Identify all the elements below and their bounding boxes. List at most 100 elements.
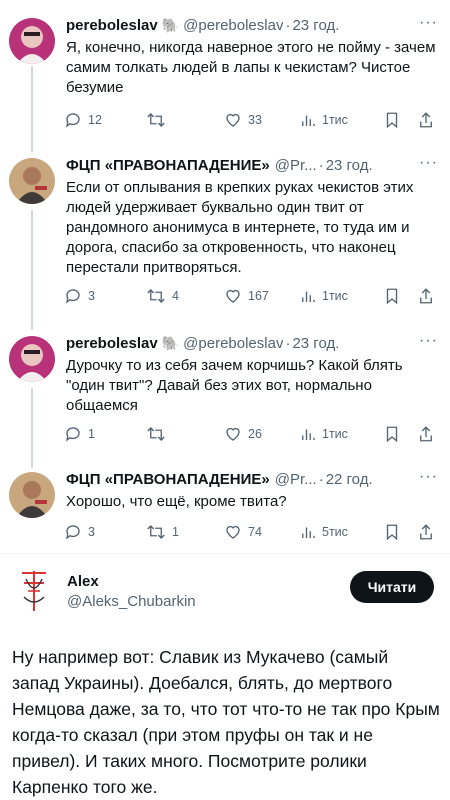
bookmark-button[interactable] xyxy=(384,522,400,542)
pereboleslav-avatar-image xyxy=(9,336,55,382)
bookmark-icon xyxy=(386,524,398,541)
heart-icon xyxy=(226,289,240,303)
retweet-button[interactable] xyxy=(146,110,172,130)
avatar-pereboleslav[interactable] xyxy=(9,18,55,64)
more-icon[interactable]: ··· xyxy=(419,332,438,350)
author-name[interactable]: ФЦП «ПРАВОНАПАДЕНИЕ» xyxy=(66,156,270,175)
alex-avatar-drawing xyxy=(10,567,58,615)
pereboleslav-avatar-image xyxy=(9,18,55,64)
more-icon[interactable]: ··· xyxy=(419,468,438,486)
tweet-actions: 3 4 167 1тис xyxy=(64,286,440,306)
tweet-text: Хорошо, что ещё, кроме твита? xyxy=(66,493,287,510)
tweet-actions: 12 33 1тис xyxy=(64,110,440,130)
views-button[interactable]: 1тис xyxy=(300,424,348,444)
bookmark-icon xyxy=(386,426,398,443)
heart-icon xyxy=(226,525,240,539)
views-icon xyxy=(302,429,315,440)
share-button[interactable] xyxy=(418,522,434,542)
reply-count: 3 xyxy=(88,289,95,303)
author-handle[interactable]: @Pr... xyxy=(275,156,317,175)
reply-count: 3 xyxy=(88,525,95,539)
elephant-icon: 🐘 xyxy=(161,17,180,33)
share-button[interactable] xyxy=(418,286,434,306)
bookmark-button[interactable] xyxy=(384,286,400,306)
reply-icon xyxy=(65,427,80,442)
author-handle[interactable]: @Pr... xyxy=(275,470,317,489)
retweet-button[interactable]: 4 xyxy=(146,286,179,306)
bookmark-button[interactable] xyxy=(384,110,400,130)
tweet-text: Я, конечно, никогда наверное этого не по… xyxy=(66,39,436,96)
retweet-icon xyxy=(147,525,165,539)
retweet-count: 1 xyxy=(172,525,179,539)
views-button[interactable]: 5тис xyxy=(300,522,348,542)
views-button[interactable]: 1тис xyxy=(300,286,348,306)
elephant-icon: 🐘 xyxy=(161,335,180,351)
retweet-button[interactable]: 1 xyxy=(146,522,179,542)
like-count: 33 xyxy=(248,113,262,127)
author-handle[interactable]: @pereboleslav xyxy=(183,16,283,35)
pravonapadenie-avatar-image xyxy=(9,158,55,204)
retweet-icon xyxy=(147,427,165,441)
share-icon xyxy=(420,112,432,128)
divider xyxy=(0,553,450,554)
heart-icon xyxy=(226,113,240,127)
reply-button[interactable]: 3 xyxy=(64,286,95,306)
reply-button[interactable]: 3 xyxy=(64,522,95,542)
avatar-pravonapadenie[interactable] xyxy=(9,158,55,204)
bookmark-button[interactable] xyxy=(384,424,400,444)
like-button[interactable]: 26 xyxy=(224,424,262,444)
author-name[interactable]: pereboleslav xyxy=(66,334,158,353)
author-name[interactable]: Alex xyxy=(67,573,99,590)
retweet-button[interactable] xyxy=(146,424,172,444)
reply-icon xyxy=(65,289,80,304)
avatar-alex[interactable] xyxy=(10,567,58,615)
reply-button[interactable]: 1 xyxy=(64,424,95,444)
retweet-count: 4 xyxy=(172,289,179,303)
tweet-text: Если от оплывания в крепких руках чекист… xyxy=(66,179,414,276)
timestamp[interactable]: 23 год. xyxy=(292,334,339,353)
tweet-text: Дурочку то из себя зачем корчишь? Какой … xyxy=(66,357,403,414)
timestamp[interactable]: 23 год. xyxy=(292,16,339,35)
views-button[interactable]: 1тис xyxy=(300,110,348,130)
reply-icon xyxy=(65,525,80,540)
timestamp[interactable]: 23 год. xyxy=(326,156,373,175)
author-name[interactable]: ФЦП «ПРАВОНАПАДЕНИЕ» xyxy=(66,470,270,489)
main-post-text: Ну например вот: Славик из Мукачево (сам… xyxy=(12,647,440,797)
retweet-icon xyxy=(147,289,165,303)
separator-dot: · xyxy=(285,335,291,352)
author-handle[interactable]: @pereboleslav xyxy=(183,334,283,353)
reply-button[interactable]: 12 xyxy=(64,110,102,130)
timestamp[interactable]: 22 год. xyxy=(326,470,373,489)
like-button[interactable]: 33 xyxy=(224,110,262,130)
separator-dot: · xyxy=(285,17,291,34)
follow-button[interactable]: Читати xyxy=(350,571,434,603)
thread-line xyxy=(31,210,33,330)
avatar-pereboleslav[interactable] xyxy=(9,336,55,382)
thread-line xyxy=(31,388,33,468)
avatar-pravonapadenie[interactable] xyxy=(9,472,55,518)
thread-line xyxy=(31,66,33,152)
retweet-icon xyxy=(147,113,165,127)
like-button[interactable]: 74 xyxy=(224,522,262,542)
separator-dot: · xyxy=(318,157,324,174)
share-button[interactable] xyxy=(418,110,434,130)
tweet-actions: 1 26 1тис xyxy=(64,424,440,444)
author-handle[interactable]: @Aleks_Chubarkin xyxy=(67,593,196,610)
reply-icon xyxy=(65,113,80,128)
share-icon xyxy=(420,426,432,442)
views-icon xyxy=(302,291,315,302)
reply-count: 1 xyxy=(88,427,95,441)
views-icon xyxy=(302,115,315,126)
like-button[interactable]: 167 xyxy=(224,286,269,306)
separator-dot: · xyxy=(318,471,324,488)
view-count: 5тис xyxy=(322,525,348,539)
tweet-actions: 3 1 74 5тис xyxy=(64,522,440,542)
more-icon[interactable]: ··· xyxy=(419,154,438,172)
reply-count: 12 xyxy=(88,113,102,127)
share-button[interactable] xyxy=(418,424,434,444)
view-count: 1тис xyxy=(322,289,348,303)
more-icon[interactable]: ··· xyxy=(419,14,438,32)
author-name[interactable]: pereboleslav xyxy=(66,16,158,35)
heart-icon xyxy=(226,427,240,441)
share-icon xyxy=(420,524,432,540)
